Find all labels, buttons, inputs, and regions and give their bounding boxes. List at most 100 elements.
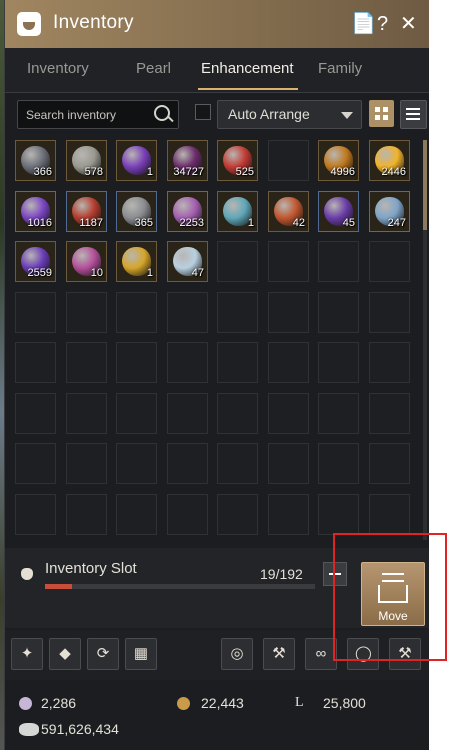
title-bar[interactable]: Inventory 📄 ? ✕ <box>5 0 429 48</box>
empty-slot[interactable] <box>217 292 258 333</box>
enhance-wand-icon: ✦ <box>20 645 34 662</box>
inventory-item-slot[interactable]: 578 <box>66 140 107 181</box>
empty-slot[interactable] <box>369 393 410 434</box>
search-input[interactable] <box>24 105 146 125</box>
inventory-item-slot[interactable]: 1 <box>116 140 157 181</box>
empty-slot[interactable] <box>268 443 309 484</box>
inventory-slot-count: 19/192 <box>260 566 303 582</box>
tab-family[interactable]: Family <box>318 60 362 77</box>
grid-view-button[interactable] <box>369 100 394 127</box>
empty-slot[interactable] <box>217 393 258 434</box>
inventory-item-slot[interactable]: 45 <box>318 191 359 232</box>
empty-slot[interactable] <box>217 494 258 535</box>
empty-slot[interactable] <box>318 292 359 333</box>
empty-slot[interactable] <box>66 443 107 484</box>
empty-slot[interactable] <box>268 393 309 434</box>
silver-icon <box>19 723 39 736</box>
empty-slot[interactable] <box>116 494 157 535</box>
search-icon[interactable] <box>154 105 170 121</box>
empty-slot[interactable] <box>217 342 258 383</box>
empty-slot[interactable] <box>318 443 359 484</box>
inventory-item-slot[interactable]: 47 <box>167 241 208 282</box>
empty-slot[interactable] <box>15 292 56 333</box>
inventory-item-slot[interactable]: 2559 <box>15 241 56 282</box>
window-title: Inventory <box>53 12 134 33</box>
close-icon[interactable]: ✕ <box>400 12 417 36</box>
empty-slot[interactable] <box>116 342 157 383</box>
empty-slot[interactable] <box>369 241 410 282</box>
empty-slot[interactable] <box>318 393 359 434</box>
inventory-item-slot[interactable]: 247 <box>369 191 410 232</box>
empty-slot[interactable] <box>318 241 359 282</box>
empty-slot[interactable] <box>116 443 157 484</box>
auto-arrange-checkbox[interactable] <box>195 104 211 120</box>
tab-pearl[interactable]: Pearl <box>136 60 171 77</box>
active-tab-indicator <box>198 88 298 90</box>
crystal-icon: ◆ <box>59 645 71 662</box>
crystal-button[interactable]: ◆ <box>49 638 81 670</box>
item-quantity: 10 <box>90 267 103 279</box>
empty-slot[interactable] <box>116 292 157 333</box>
item-quantity: 525 <box>235 166 254 178</box>
help-icon[interactable]: ? <box>377 12 388 36</box>
inventory-item-slot[interactable]: 1016 <box>15 191 56 232</box>
tab-enhancement[interactable]: Enhancement <box>201 60 294 77</box>
search-box[interactable] <box>17 100 179 129</box>
inventory-item-slot[interactable]: 10 <box>66 241 107 282</box>
empty-slot[interactable] <box>66 342 107 383</box>
money-bag-icon <box>21 568 33 580</box>
inventory-item-slot[interactable]: 2446 <box>369 140 410 181</box>
empty-slot[interactable] <box>167 494 208 535</box>
empty-slot[interactable] <box>66 494 107 535</box>
recycle-button[interactable]: ⟳ <box>87 638 119 670</box>
empty-slot[interactable] <box>66 292 107 333</box>
empty-slot[interactable] <box>369 292 410 333</box>
empty-slot[interactable] <box>217 241 258 282</box>
empty-slot[interactable] <box>369 443 410 484</box>
empty-slot[interactable] <box>15 494 56 535</box>
inventory-item-slot[interactable]: 365 <box>116 191 157 232</box>
empty-slot[interactable] <box>318 494 359 535</box>
empty-slot[interactable] <box>318 342 359 383</box>
compass-button[interactable]: ◎ <box>221 638 253 670</box>
empty-slot[interactable] <box>268 292 309 333</box>
empty-slot[interactable] <box>66 393 107 434</box>
hammer-button[interactable]: ⚒ <box>263 638 295 670</box>
empty-slot[interactable] <box>167 443 208 484</box>
slot-progress-track <box>45 584 315 589</box>
empty-slot[interactable] <box>369 342 410 383</box>
empty-slot[interactable] <box>15 342 56 383</box>
grid-button[interactable]: ▦ <box>125 638 157 670</box>
empty-slot[interactable] <box>268 342 309 383</box>
empty-slot[interactable] <box>268 494 309 535</box>
empty-slot[interactable] <box>15 443 56 484</box>
inventory-item-slot[interactable]: 1 <box>217 191 258 232</box>
auto-arrange-dropdown[interactable]: Auto Arrange <box>217 100 362 129</box>
document-icon[interactable]: 📄 <box>351 12 376 36</box>
inventory-item-slot[interactable]: 4996 <box>318 140 359 181</box>
inventory-item-slot[interactable]: 366 <box>15 140 56 181</box>
silver-amount: 591,626,434 <box>41 721 119 737</box>
item-quantity: 2559 <box>27 267 52 279</box>
inventory-item-slot[interactable]: 42 <box>268 191 309 232</box>
empty-slot[interactable] <box>15 393 56 434</box>
highlight-box <box>333 533 447 661</box>
inventory-item-slot[interactable]: 525 <box>217 140 258 181</box>
empty-slot[interactable] <box>268 241 309 282</box>
empty-slot[interactable] <box>268 140 309 181</box>
empty-slot[interactable] <box>369 494 410 535</box>
empty-slot[interactable] <box>167 292 208 333</box>
tab-inventory[interactable]: Inventory <box>27 60 89 77</box>
empty-slot[interactable] <box>167 342 208 383</box>
list-view-button[interactable] <box>400 100 427 129</box>
inventory-item-slot[interactable]: 34727 <box>167 140 208 181</box>
enhance-wand-button[interactable]: ✦ <box>11 638 43 670</box>
inventory-item-slot[interactable]: 1187 <box>66 191 107 232</box>
item-quantity: 578 <box>84 166 103 178</box>
empty-slot[interactable] <box>217 443 258 484</box>
inventory-item-slot[interactable]: 2253 <box>167 191 208 232</box>
inventory-item-slot[interactable]: 1 <box>116 241 157 282</box>
empty-slot[interactable] <box>116 393 157 434</box>
grid-scrollbar-thumb[interactable] <box>423 140 427 230</box>
empty-slot[interactable] <box>167 393 208 434</box>
